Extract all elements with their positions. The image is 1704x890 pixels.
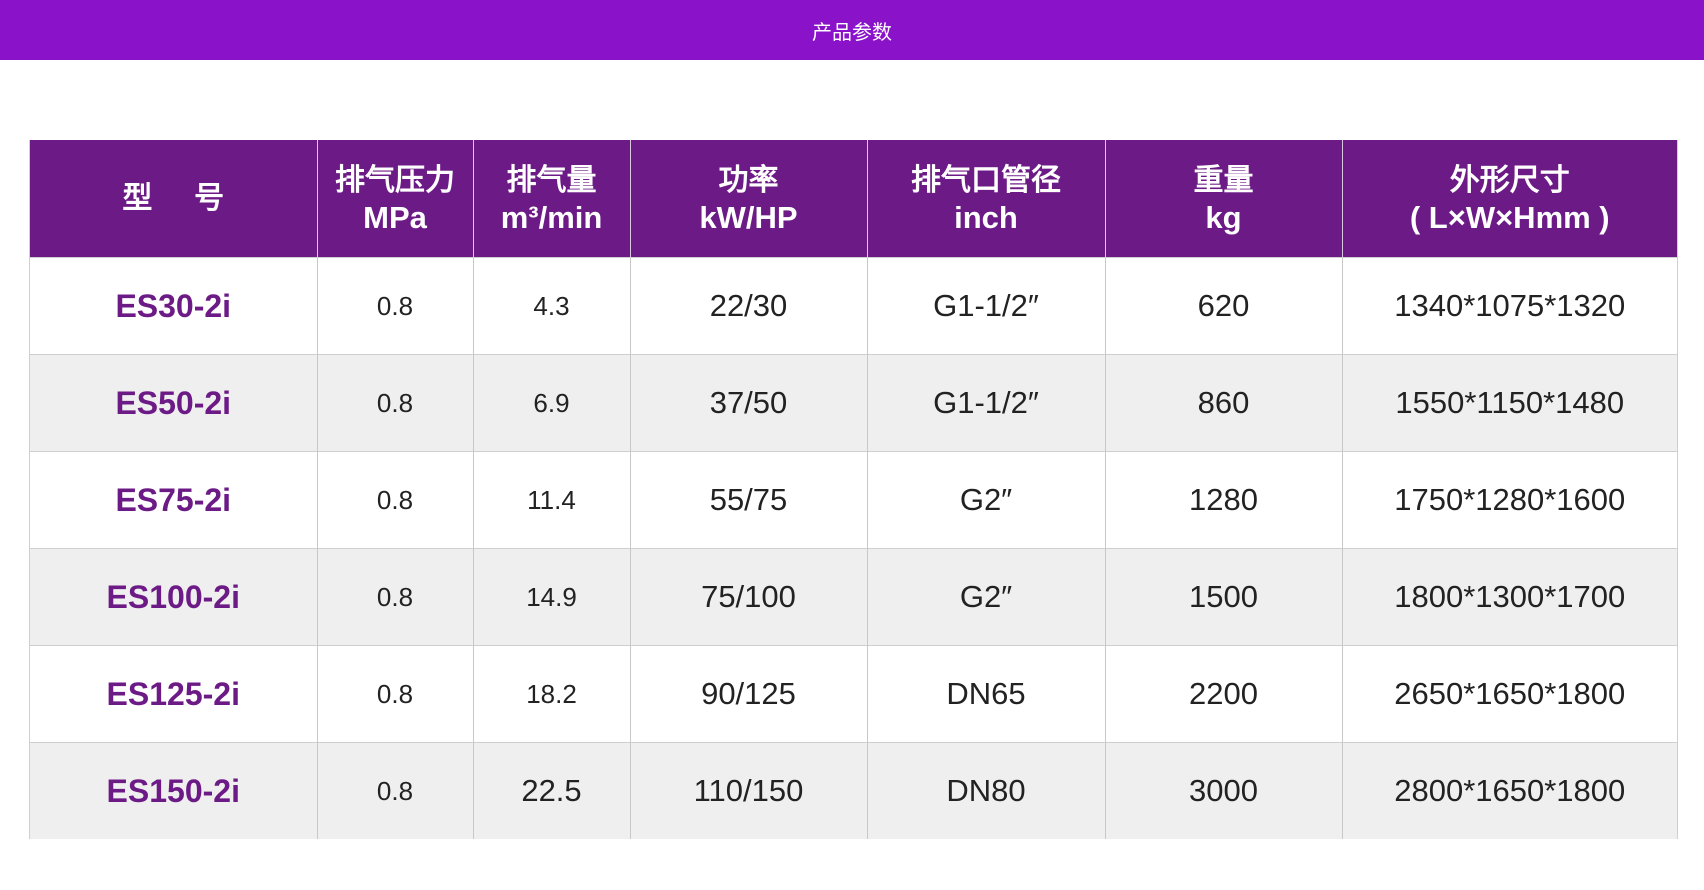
cell-weight: 3000 [1104,742,1342,839]
table-row: ES75-2i 0.8 11.4 55/75 G2″ 1280 1750*128… [30,451,1677,549]
product-parameters-table: 型 号 排气压力 MPa 排气量 m³/min 功率 kW/HP 排气口管径 i… [30,140,1677,839]
header-pressure: 排气压力 MPa [316,140,473,258]
cell-pressure: 0.8 [316,354,473,452]
cell-air-delivery: 11.4 [472,451,630,549]
cell-weight: 2200 [1104,645,1342,743]
cell-weight: 860 [1104,354,1342,452]
cell-outlet-diameter: G2″ [866,451,1105,549]
cell-air-delivery: 22.5 [472,742,630,839]
header-outlet-diameter-unit: inch [954,199,1018,235]
cell-dimensions: 1340*1075*1320 [1341,257,1677,355]
cell-dimensions: 1800*1300*1700 [1341,548,1677,646]
header-weight-unit: kg [1205,199,1242,235]
cell-dimensions: 1550*1150*1480 [1341,354,1677,452]
header-power-label: 功率 [718,162,779,198]
header-power-unit: kW/HP [699,199,798,235]
cell-model: ES125-2i [30,645,317,743]
cell-outlet-diameter: DN65 [866,645,1105,743]
cell-outlet-diameter: DN80 [866,742,1105,839]
cell-air-delivery: 6.9 [472,354,630,452]
header-outlet-diameter-label: 排气口管径 [911,162,1061,198]
cell-weight: 620 [1104,257,1342,355]
cell-power: 110/150 [629,742,867,839]
cell-power: 37/50 [629,354,867,452]
table-row: ES50-2i 0.8 6.9 37/50 G1-1/2″ 860 1550*1… [30,354,1677,452]
cell-air-delivery: 18.2 [472,645,630,743]
cell-weight: 1280 [1104,451,1342,549]
cell-air-delivery: 4.3 [472,257,630,355]
header-model-label: 型 号 [122,181,225,216]
cell-dimensions: 2800*1650*1800 [1341,742,1677,839]
product-parameters-table-container: 型 号 排气压力 MPa 排气量 m³/min 功率 kW/HP 排气口管径 i… [29,140,1678,839]
header-dimensions-label: 外形尺寸 [1449,162,1570,198]
header-pressure-label: 排气压力 [335,162,455,198]
cell-dimensions: 1750*1280*1600 [1341,451,1677,549]
cell-model: ES75-2i [30,451,317,549]
header-pressure-unit: MPa [363,199,427,235]
header-power: 功率 kW/HP [629,140,867,258]
cell-dimensions: 2650*1650*1800 [1341,645,1677,743]
cell-power: 75/100 [629,548,867,646]
cell-model: ES150-2i [30,742,317,839]
cell-power: 90/125 [629,645,867,743]
header-dimensions-unit: ( L×W×Hmm ) [1409,199,1610,235]
cell-power: 22/30 [629,257,867,355]
header-weight-label: 重量 [1193,162,1254,198]
table-header-row: 型 号 排气压力 MPa 排气量 m³/min 功率 kW/HP 排气口管径 i… [30,140,1677,258]
cell-power: 55/75 [629,451,867,549]
header-outlet-diameter: 排气口管径 inch [866,140,1105,258]
cell-weight: 1500 [1104,548,1342,646]
cell-model: ES50-2i [30,354,317,452]
table-row: ES100-2i 0.8 14.9 75/100 G2″ 1500 1800*1… [30,548,1677,646]
header-air-delivery: 排气量 m³/min [472,140,630,258]
table-row: ES30-2i 0.8 4.3 22/30 G1-1/2″ 620 1340*1… [30,257,1677,355]
table-row: ES150-2i 0.8 22.5 110/150 DN80 3000 2800… [30,742,1677,839]
header-dimensions: 外形尺寸 ( L×W×Hmm ) [1341,140,1677,258]
cell-pressure: 0.8 [316,742,473,839]
header-weight: 重量 kg [1104,140,1342,258]
cell-pressure: 0.8 [316,257,473,355]
cell-outlet-diameter: G1-1/2″ [866,257,1105,355]
cell-air-delivery: 14.9 [472,548,630,646]
header-air-delivery-unit: m³/min [500,199,603,235]
cell-outlet-diameter: G2″ [866,548,1105,646]
table-row: ES125-2i 0.8 18.2 90/125 DN65 2200 2650*… [30,645,1677,743]
cell-model: ES100-2i [30,548,317,646]
page-banner: 产品参数 [0,0,1704,60]
cell-pressure: 0.8 [316,451,473,549]
header-air-delivery-label: 排气量 [506,162,597,198]
header-model: 型 号 [30,140,317,258]
cell-pressure: 0.8 [316,645,473,743]
banner-title: 产品参数 [812,19,892,44]
cell-pressure: 0.8 [316,548,473,646]
cell-model: ES30-2i [30,257,317,355]
cell-outlet-diameter: G1-1/2″ [866,354,1105,452]
